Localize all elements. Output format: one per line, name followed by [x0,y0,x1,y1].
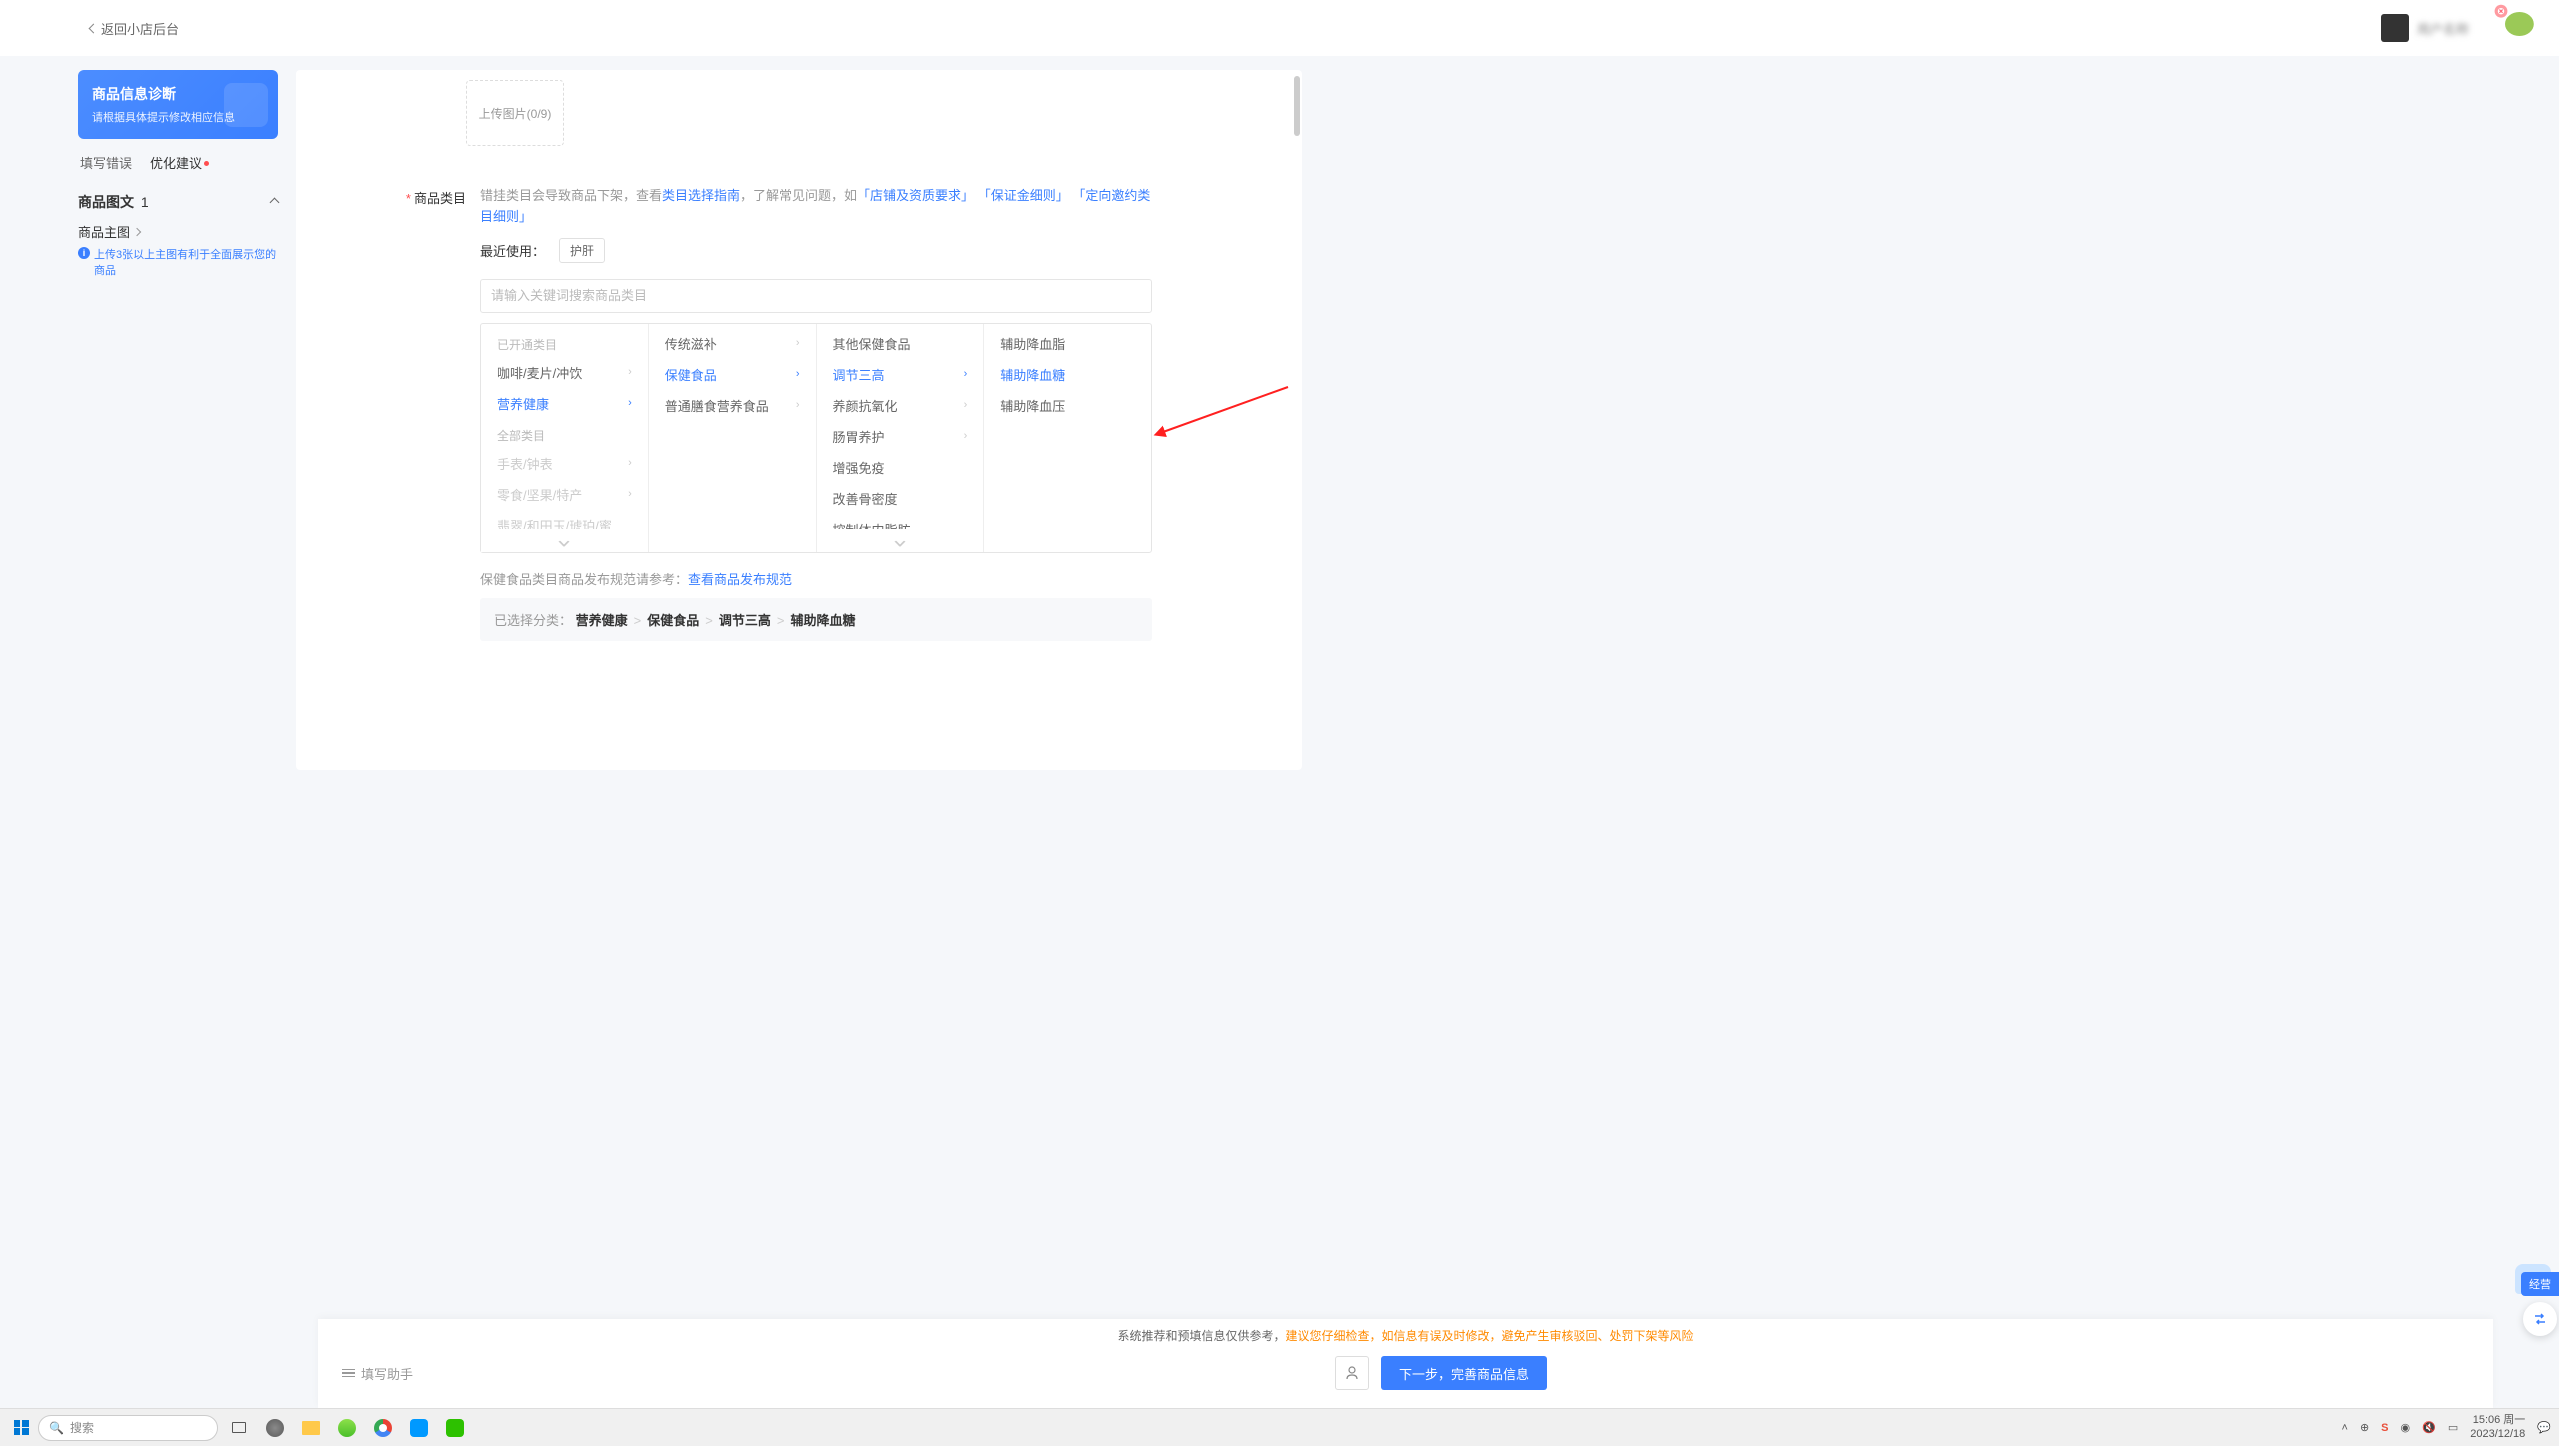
next-step-button[interactable]: 下一步，完善商品信息 [1381,1356,1547,1390]
category-cascader: 已开通类目 咖啡/麦片/冲饮› 营养健康› 全部类目 手表/钟表› 零食/坚果/… [480,323,1152,553]
tab-errors[interactable]: 填写错误 [80,153,132,176]
fill-helper[interactable]: 填写助手 [342,1364,413,1383]
recent-used: 最近使用： 护肝 [480,238,1152,263]
sub-item-main-image[interactable]: 商品主图 [78,222,278,241]
username: 用户名称 [2417,19,2469,38]
section-image-text[interactable]: 商品图文 1 [78,192,278,212]
category-search[interactable] [480,279,1152,313]
user-icon [1344,1365,1360,1381]
tab-suggestions[interactable]: 优化建议 [150,153,209,176]
windows-taskbar: 🔍 搜索 ˄ ⊕ S ◉ 🔇 ▭ 15:06 周一 2023/12/18 💬 [0,1408,2559,1446]
cat-item[interactable]: 营养健康› [481,388,648,419]
menu-icon [342,1369,355,1378]
back-label: 返回小店后台 [101,19,179,38]
category-label: *商品类目 [396,186,466,207]
cat-item[interactable]: 调节三高› [817,359,984,390]
chevron-up-icon [270,197,280,207]
cat-item[interactable]: 零食/坚果/特产› [481,479,648,510]
cat-item[interactable]: 改善骨密度 [817,483,984,514]
category-description: 错挂类目会导致商品下架，查看类目选择指南，了解常见问题，如「店铺及资质要求」 「… [480,186,1152,228]
chrome-icon[interactable] [366,1413,400,1443]
tray-wifi-icon[interactable]: ◉ [2401,1421,2411,1434]
avatar [2381,14,2409,42]
float-button[interactable] [2523,1302,2557,1336]
float-widget: 经营 [2521,1272,2559,1336]
expand-down[interactable] [481,529,648,552]
user-area[interactable]: 用户名称 [2381,14,2469,42]
tip-text: i 上传3张以上主图有利于全面展示您的商品 [78,246,278,278]
search-icon: 🔍 [49,1421,64,1435]
swap-icon [2531,1310,2549,1328]
expand-down[interactable] [817,529,984,552]
scrollbar[interactable] [1294,76,1300,136]
edge-icon[interactable] [258,1413,292,1443]
cat-item[interactable]: 辅助降血糖 [984,359,1151,390]
cat-item[interactable]: 辅助降血脂 [984,328,1151,359]
tray-ime-icon[interactable]: S [2381,1422,2388,1434]
cat-item[interactable]: 保健食品› [649,359,816,390]
cascade-col-3: 其他保健食品 调节三高› 养颜抗氧化› 肠胃养护› 增强免疫 改善骨密度 控制体… [817,324,985,552]
footer-bar: 系统推荐和预填信息仅供参考，建议您仔细检查，如信息有误及时修改，避免产生审核驳回… [318,1319,2493,1408]
publish-note: 保健食品类目商品发布规范请参考：查看商品发布规范 [480,569,1152,588]
back-link[interactable]: 返回小店后台 [90,19,179,38]
cat-item[interactable]: 其他保健食品 [817,328,984,359]
info-icon: i [78,247,90,259]
cat-item[interactable]: 辅助降血压 [984,390,1151,421]
sidebar: 商品信息诊断 请根据具体提示修改相应信息 填写错误 优化建议 商品图文 1 商品… [78,70,278,770]
app-blue-icon[interactable] [402,1413,436,1443]
page-header: 返回小店后台 用户名称 [0,0,2559,56]
chevron-right-icon [133,227,141,235]
notification-icon[interactable]: 💬 [2537,1421,2551,1434]
selected-category-path: 已选择分类： 营养健康>保健食品>调节三高>辅助降血糖 [480,598,1152,641]
upload-image-box[interactable]: 上传图片(0/9) [466,80,564,146]
float-badge[interactable]: 经营 [2521,1272,2559,1296]
cascade-col-4: 辅助降血脂 辅助降血糖 辅助降血压 [984,324,1151,552]
tray-battery-icon[interactable]: ▭ [2448,1421,2458,1434]
cat-item[interactable]: 咖啡/麦片/冲饮› [481,357,648,388]
tray-copilot-icon[interactable]: ⊕ [2360,1421,2369,1434]
diagnostic-card[interactable]: 商品信息诊断 请根据具体提示修改相应信息 [78,70,278,139]
taskbar-clock[interactable]: 15:06 周一 2023/12/18 [2470,1414,2525,1440]
tray-volume-icon[interactable]: 🔇 [2422,1421,2436,1434]
explorer-icon[interactable] [294,1413,328,1443]
tray-chevron-icon[interactable]: ˄ [2342,1422,2348,1434]
browser-360-icon[interactable] [330,1413,364,1443]
mascot-decoration [2487,0,2539,40]
cat-item[interactable]: 普通膳食营养食品› [649,390,816,421]
cat-item[interactable]: 传统滋补› [649,328,816,359]
preview-button[interactable] [1335,1356,1369,1390]
cascade-col-1: 已开通类目 咖啡/麦片/冲饮› 营养健康› 全部类目 手表/钟表› 零食/坚果/… [481,324,649,552]
main-content: 上传图片(0/9) *商品类目 错挂类目会导致商品下架，查看类目选择指南，了解常… [296,70,1302,770]
guide-link[interactable]: 类目选择指南 [662,188,740,203]
cat-item[interactable]: 增强免疫 [817,452,984,483]
cascade-col-2: 传统滋补› 保健食品› 普通膳食营养食品› [649,324,817,552]
sidebar-tabs: 填写错误 优化建议 [78,153,278,176]
wechat-icon[interactable] [438,1413,472,1443]
search-input[interactable] [491,288,1141,303]
link-shop-req[interactable]: 「店铺及资质要求」 [857,188,974,203]
cat-item[interactable]: 肠胃养护› [817,421,984,452]
cat-item[interactable]: 养颜抗氧化› [817,390,984,421]
footer-note: 系统推荐和预填信息仅供参考，建议您仔细检查，如信息有误及时修改，避免产生审核驳回… [342,1327,2469,1344]
diag-subtitle: 请根据具体提示修改相应信息 [92,109,264,125]
arrow-annotation [1153,382,1293,442]
link-deposit[interactable]: 「保证金细则」 [978,188,1069,203]
cat-item[interactable]: 手表/钟表› [481,448,648,479]
taskview-icon[interactable] [222,1413,256,1443]
publish-spec-link[interactable]: 查看商品发布规范 [688,572,792,587]
chevron-left-icon [89,23,99,33]
recent-tag[interactable]: 护肝 [559,238,605,263]
diag-title: 商品信息诊断 [92,84,264,104]
dot-indicator [204,161,209,166]
start-button[interactable] [8,1415,34,1441]
taskbar-search[interactable]: 🔍 搜索 [38,1415,218,1441]
